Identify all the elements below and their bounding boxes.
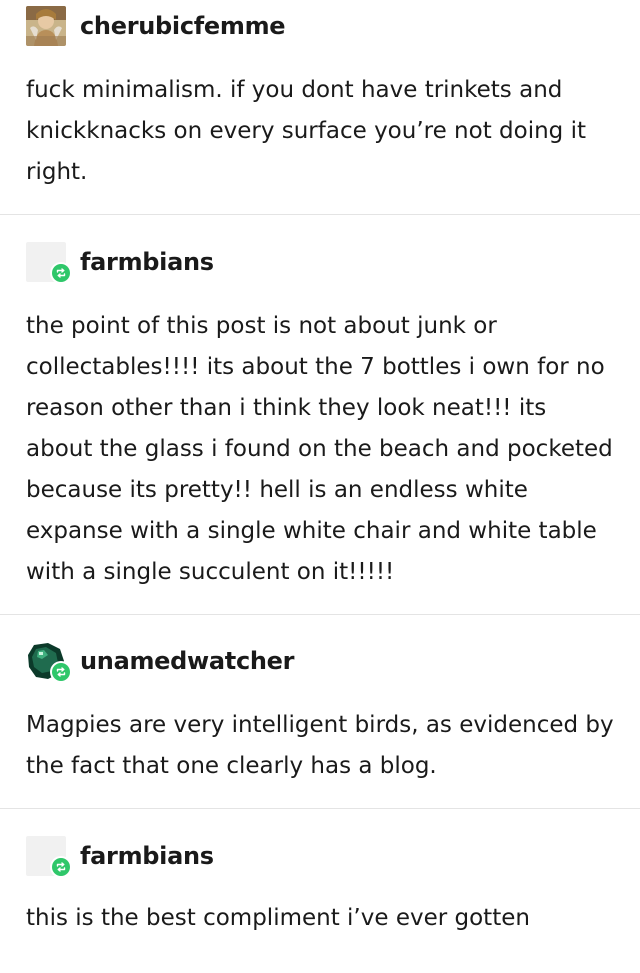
- post-header: farmbians: [26, 836, 214, 878]
- username[interactable]: unamedwatcher: [80, 647, 295, 675]
- post-body: this is the best compliment i’ve ever go…: [26, 905, 530, 931]
- avatar[interactable]: [26, 6, 66, 46]
- reblog-icon: [50, 856, 72, 878]
- username[interactable]: farmbians: [80, 248, 214, 276]
- post-divider: [0, 808, 640, 809]
- reblog-thread: cherubicfemme fuck minimalism. if you do…: [0, 0, 640, 973]
- reblog-icon: [50, 262, 72, 284]
- painting-avatar-icon: [26, 6, 66, 46]
- post-body: the point of this post is not about junk…: [26, 313, 613, 585]
- post-divider: [0, 214, 640, 215]
- post-header: unamedwatcher: [26, 641, 295, 683]
- avatar[interactable]: [26, 836, 72, 878]
- avatar[interactable]: [26, 641, 72, 683]
- username[interactable]: farmbians: [80, 842, 214, 870]
- post-header: cherubicfemme: [26, 6, 286, 46]
- avatar[interactable]: [26, 242, 72, 284]
- post-divider: [0, 614, 640, 615]
- post-body: Magpies are very intelligent birds, as e…: [26, 712, 614, 779]
- post-body: fuck minimalism. if you dont have trinke…: [26, 77, 586, 185]
- reblog-icon: [50, 661, 72, 683]
- username[interactable]: cherubicfemme: [80, 12, 286, 40]
- post-header: farmbians: [26, 242, 214, 284]
